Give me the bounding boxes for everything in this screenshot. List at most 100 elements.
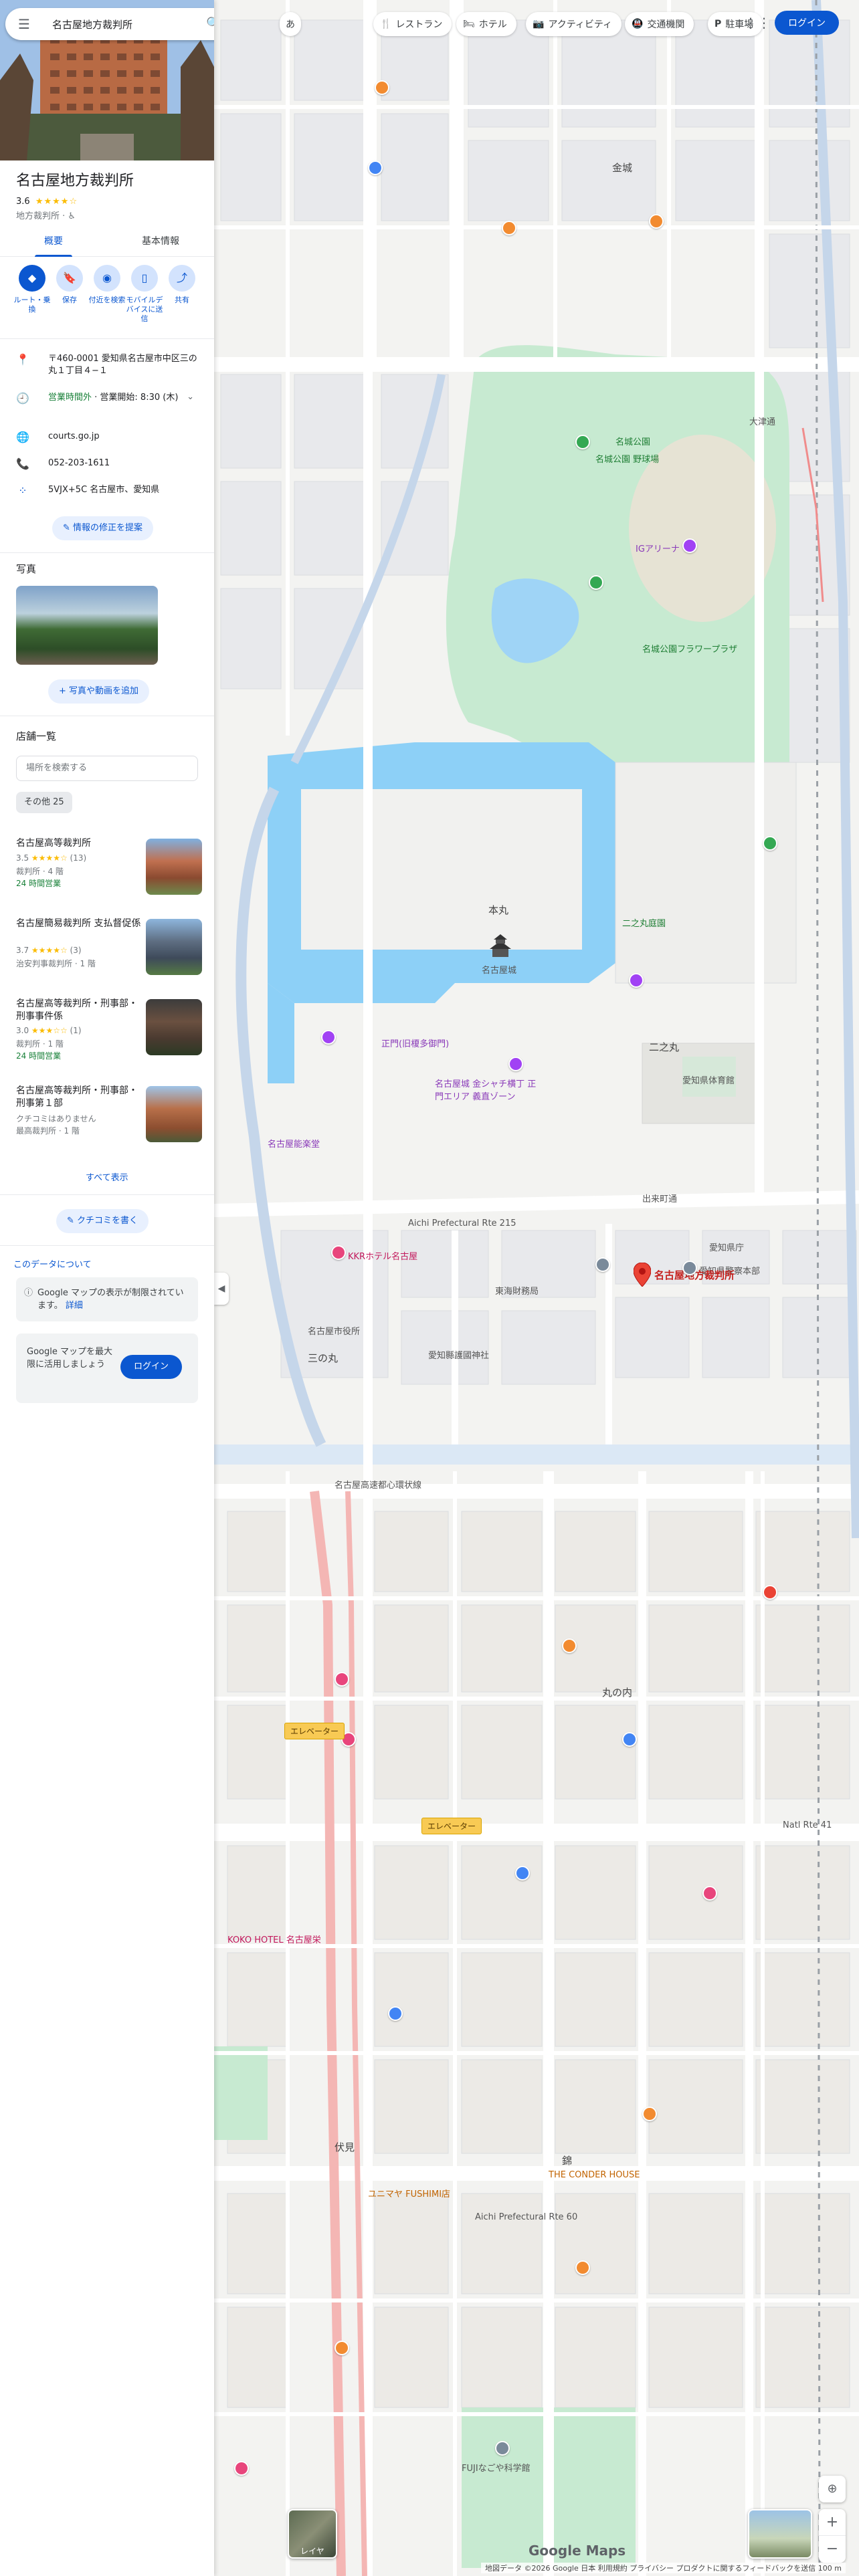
list-item[interactable]: 名古屋簡易裁判所 支払督促係 3.7 ★★★★☆ (3) 治安判事裁判所 · 1… (0, 918, 214, 991)
map-label-unimaya[interactable]: ユニマヤ FUSHIMI店 (368, 2187, 450, 2199)
selected-place-pin[interactable] (634, 1263, 651, 1287)
poi-restaurant-icon[interactable] (642, 2107, 657, 2121)
about-data-link[interactable]: このデータについて (13, 1257, 92, 1270)
nearby-button[interactable]: ◉ 付近を検索 (88, 265, 126, 305)
collapse-panel-button[interactable]: ◀ (214, 1273, 229, 1305)
poi-government-icon[interactable] (595, 1257, 610, 1272)
my-location-button[interactable]: ⊕ (819, 2476, 846, 2502)
photo-thumbnail[interactable] (16, 586, 158, 665)
map-label-flower-plaza[interactable]: 名城公園フラワープラザ (642, 642, 737, 655)
street-view-thumbnail[interactable] (748, 2509, 812, 2559)
map-label-tokai-finance[interactable]: 東海財務局 (495, 1284, 539, 1297)
poi-attraction-icon[interactable] (682, 538, 697, 553)
poi-museum-icon[interactable] (495, 2441, 510, 2456)
chevron-down-icon[interactable]: ⌄ (187, 392, 194, 402)
poi-hotel-icon[interactable] (335, 1672, 349, 1687)
store-search-input[interactable]: 場所を検索する (16, 756, 198, 781)
hours-row[interactable]: 🕘 営業時間外 · 営業開始: 8:30 (木) ⌄ (0, 392, 214, 419)
map-attribution[interactable]: 地図データ ©2026 Google 日本 利用規約 プライバシー プロダクトに… (480, 2563, 846, 2573)
list-item[interactable]: 名古屋高等裁判所 3.5 ★★★★☆ (13) 裁判所 · 4 階 24 時間営… (0, 837, 214, 911)
list-item[interactable]: 名古屋高等裁判所・刑事部・刑事事件係 3.0 ★★★☆☆ (1) 裁判所 · 1… (0, 998, 214, 1071)
pluscode-row[interactable]: ⁘ 5VJX+5C 名古屋市、愛知県 (0, 484, 214, 499)
write-review-button[interactable]: ✎ クチコミを書く (56, 1209, 149, 1233)
tab-about[interactable]: 基本情報 (107, 230, 214, 257)
poi-shop-icon[interactable] (515, 1866, 530, 1881)
map-label-conder-house[interactable]: THE CONDER HOUSE (549, 2170, 640, 2180)
send-to-phone-button[interactable]: ▯ モバイルデバイスに送信 (126, 265, 163, 324)
search-icon[interactable]: 🔍 (206, 17, 214, 31)
search-query[interactable]: 名古屋地方裁判所 (52, 17, 132, 31)
poi-shopping-icon[interactable] (763, 1585, 777, 1600)
place-rating[interactable]: 3.6 ★★★★☆ (16, 197, 78, 207)
chip-restaurants[interactable]: 🍴 レストラン (373, 12, 452, 36)
place-category[interactable]: 地方裁判所 · ♿ (16, 209, 76, 221)
poi-park-icon[interactable] (763, 836, 777, 851)
poi-restaurant-icon[interactable] (375, 80, 389, 95)
poi-restaurant-icon[interactable] (335, 2341, 349, 2355)
login-button[interactable]: ログイン (775, 11, 839, 35)
poi-shop-icon[interactable] (622, 1732, 637, 1747)
poi-park-icon[interactable] (589, 575, 603, 590)
map-label-ig-arena[interactable]: IGアリーナ (636, 542, 680, 554)
poi-attraction-icon[interactable] (508, 1057, 523, 1071)
map-label-koko-hotel[interactable]: KOKO HOTEL 名古屋栄 (227, 1933, 321, 1945)
poi-hotel-icon[interactable] (702, 1886, 717, 1901)
poi-shop-icon[interactable] (388, 2006, 403, 2021)
phone-row[interactable]: 📞 052-203-1611 (0, 457, 214, 472)
language-chip[interactable]: あ (280, 12, 301, 36)
share-button[interactable]: ⤴ 共有 (163, 265, 201, 305)
poi-restaurant-icon[interactable] (575, 2260, 590, 2275)
map-label-aichi-gov[interactable]: 愛知県庁 (709, 1241, 744, 1253)
address-row[interactable]: 📍 〒460-0001 愛知県名古屋市中区三の丸１丁目４−１ (0, 353, 214, 380)
apps-grid-icon[interactable]: ⋮⋮ (744, 12, 771, 33)
zoom-out-button[interactable]: − (819, 2536, 846, 2563)
map-label-meijo-park[interactable]: 名城公園 (615, 435, 650, 447)
map-label-seimon[interactable]: 正門(旧榎多御門) (381, 1037, 449, 1049)
poi-restaurant-icon[interactable] (502, 221, 516, 235)
map-label-kinshachi[interactable]: 名古屋城 金シャチ横丁 正門エリア 義直ゾーン (435, 1077, 542, 1102)
poi-government-icon[interactable] (682, 1261, 697, 1275)
plus-code-icon: ⁘ (18, 484, 27, 497)
list-item-stars: ★★★★☆ (31, 946, 68, 955)
map-canvas[interactable]: 金城 名城公園 名城公園 野球場 IGアリーナ 名城公園フラワープラザ 本丸 名… (214, 0, 859, 2576)
map-label-aichi-shrine[interactable]: 愛知縣護國神社 (428, 1348, 489, 1361)
elevator-label[interactable]: エレベーター (421, 1818, 482, 1834)
castle-icon[interactable] (487, 933, 514, 960)
promo-login-button[interactable]: ログイン (120, 1355, 183, 1379)
limited-notice-link[interactable]: 詳細 (66, 1301, 83, 1311)
show-all-link[interactable]: すべて表示 (86, 1170, 128, 1183)
menu-icon[interactable]: ☰ (16, 16, 32, 32)
tab-overview[interactable]: 概要 (0, 230, 107, 257)
chip-activities[interactable]: 📷 アクティビティ (526, 12, 622, 36)
elevator-label[interactable]: エレベーター (284, 1723, 345, 1739)
poi-restaurant-icon[interactable] (649, 214, 664, 229)
poi-attraction-icon[interactable] (321, 1030, 336, 1045)
map-label-natl41: Natl Rte 41 (783, 1820, 832, 1830)
other-chip[interactable]: その他 25 (16, 792, 72, 813)
poi-attraction-icon[interactable] (629, 973, 644, 988)
suggest-edit-button[interactable]: ✎ 情報の修正を提案 (52, 516, 154, 540)
poi-shop-icon[interactable] (368, 160, 383, 175)
save-button[interactable]: 🔖 保存 (51, 265, 88, 305)
poi-hotel-icon[interactable] (331, 1245, 346, 1260)
poi-hotel-icon[interactable] (234, 2461, 249, 2476)
layers-button[interactable]: レイヤ (288, 2509, 337, 2559)
map-label-science-museum[interactable]: FUJIなごや科学館 (462, 2461, 531, 2474)
poi-park-icon[interactable] (575, 435, 590, 449)
website-row[interactable]: 🌐 courts.go.jp (0, 431, 214, 445)
list-item[interactable]: 名古屋高等裁判所・刑事部・刑事第１部 クチコミはありません 最高裁判所 · 1 … (0, 1085, 214, 1158)
add-photo-button[interactable]: + 写真や動画を追加 (48, 679, 150, 704)
zoom-in-button[interactable]: + (819, 2509, 846, 2536)
map-label-city-hall[interactable]: 名古屋市役所 (308, 1324, 360, 1337)
search-box[interactable]: ☰ 名古屋地方裁判所 🔍 ✕ (5, 8, 214, 40)
chip-hotels[interactable]: 🛏 ホテル (456, 12, 516, 36)
map-label-ninomaru-garden[interactable]: 二之丸庭園 (622, 916, 666, 929)
poi-restaurant-icon[interactable] (562, 1638, 577, 1653)
directions-button[interactable]: ◆ ルート・乗換 (13, 265, 51, 314)
map-label-noh-theater[interactable]: 名古屋能楽堂 (268, 1137, 320, 1150)
chip-transit[interactable]: 🚇 交通機関 (625, 12, 694, 36)
map-label-kkr[interactable]: KKRホテル名古屋 (348, 1249, 417, 1262)
map-label-nagoya-castle[interactable]: 名古屋城 (482, 963, 516, 976)
map-label-aichi-gym[interactable]: 愛知県体育館 (682, 1073, 735, 1086)
map-label-meijo-field[interactable]: 名城公園 野球場 (595, 452, 659, 465)
